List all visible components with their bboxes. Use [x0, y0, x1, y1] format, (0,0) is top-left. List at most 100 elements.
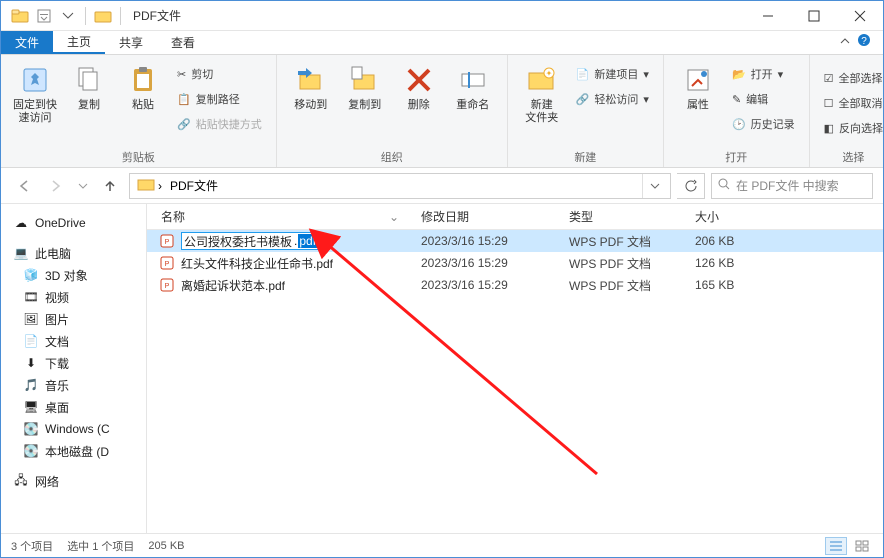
nav-back-button[interactable]: [11, 173, 37, 199]
chevron-down-icon: ▾: [643, 68, 649, 81]
select-all-icon: ☑: [824, 72, 834, 85]
file-name-cell: P 离婚起诉状范本.pdf: [147, 277, 407, 294]
video-icon: 🎞: [23, 289, 39, 305]
select-none-button[interactable]: ☐全部取消: [820, 92, 884, 114]
sidebar-item-documents[interactable]: 📄文档: [1, 330, 146, 352]
status-item-count: 3 个项目: [11, 538, 53, 554]
expand-ribbon-icon[interactable]: [839, 34, 851, 52]
sidebar-item-network[interactable]: 🖧网络: [1, 470, 146, 492]
breadcrumb[interactable]: › PDF文件: [129, 173, 671, 199]
address-bar: › PDF文件 在 PDF文件 中搜索: [1, 168, 883, 204]
sidebar-item-3d-objects[interactable]: 🧊3D 对象: [1, 264, 146, 286]
invert-icon: ◧: [824, 122, 834, 135]
cloud-icon: ☁: [13, 215, 29, 231]
nav-up-button[interactable]: [97, 173, 123, 199]
move-to-icon: [294, 63, 328, 97]
file-type-cell: WPS PDF 文档: [555, 277, 681, 294]
sidebar-item-windows-c[interactable]: 💽Windows (C: [1, 418, 146, 440]
copy-button[interactable]: 复制: [65, 59, 113, 112]
column-header-type[interactable]: 类型: [555, 208, 681, 225]
file-row[interactable]: P公司授权委托书模板.pdf2023/3/16 15:29WPS PDF 文档2…: [147, 230, 883, 252]
select-all-button[interactable]: ☑全部选择: [820, 67, 884, 89]
column-header-date[interactable]: 修改日期: [407, 208, 555, 225]
sidebar-item-local-disk-d[interactable]: 💽本地磁盘 (D: [1, 440, 146, 462]
nav-recent-button[interactable]: [75, 173, 91, 199]
minimize-button[interactable]: [745, 1, 791, 31]
paste-shortcut-button[interactable]: 🔗粘贴快捷方式: [173, 113, 266, 135]
pin-label: 固定到快 速访问: [13, 99, 57, 125]
paste-button[interactable]: 粘贴: [119, 59, 167, 112]
copy-path-button[interactable]: 📋复制路径: [173, 88, 266, 110]
path-dropdown-icon[interactable]: [642, 174, 666, 198]
open-button[interactable]: 📂打开▾: [728, 63, 799, 85]
new-item-button[interactable]: 📄新建项目▾: [572, 63, 653, 85]
ribbon-right: ?: [839, 31, 883, 54]
column-header-name[interactable]: 名称⌄: [147, 208, 407, 225]
view-large-icons-button[interactable]: [851, 537, 873, 555]
svg-text:P: P: [165, 283, 170, 290]
file-row[interactable]: P离婚起诉状范本.pdf2023/3/16 15:29WPS PDF 文档165…: [147, 274, 883, 296]
ribbon-group-organize: 移动到 复制到 删除 重命名 组织: [277, 55, 508, 167]
ribbon-group-clipboard: 固定到快 速访问 复制 粘贴 ✂剪切 📋复制路径 🔗粘贴快捷方式 剪贴板: [1, 55, 277, 167]
view-details-button[interactable]: [825, 537, 847, 555]
edit-button[interactable]: ✎编辑: [728, 88, 799, 110]
desktop-icon: 🖥: [23, 399, 39, 415]
sidebar-item-desktop[interactable]: 🖥桌面: [1, 396, 146, 418]
group-label-select: 选择: [820, 147, 884, 165]
maximize-button[interactable]: [791, 1, 837, 31]
file-row[interactable]: P红头文件科技企业任命书.pdf2023/3/16 15:29WPS PDF 文…: [147, 252, 883, 274]
cube-icon: 🧊: [23, 267, 39, 283]
move-to-button[interactable]: 移动到: [287, 59, 335, 112]
cut-button[interactable]: ✂剪切: [173, 63, 266, 85]
group-label-organize: 组织: [287, 147, 497, 165]
nav-forward-button[interactable]: [43, 173, 69, 199]
file-date-cell: 2023/3/16 15:29: [407, 234, 555, 248]
close-button[interactable]: [837, 1, 883, 31]
folder-small-icon: [92, 5, 114, 27]
tab-view[interactable]: 查看: [157, 31, 209, 54]
pin-quick-access-button[interactable]: 固定到快 速访问: [11, 59, 59, 125]
tab-share[interactable]: 共享: [105, 31, 157, 54]
properties-button[interactable]: 属性: [674, 59, 722, 112]
svg-text:P: P: [165, 239, 170, 246]
sidebar-item-this-pc[interactable]: 💻此电脑: [1, 242, 146, 264]
chevron-down-icon: ⌄: [389, 210, 399, 224]
file-date-cell: 2023/3/16 15:29: [407, 278, 555, 292]
sidebar-item-downloads[interactable]: ⬇下载: [1, 352, 146, 374]
sidebar-item-onedrive[interactable]: ☁OneDrive: [1, 212, 146, 234]
select-none-icon: ☐: [824, 97, 834, 110]
sidebar-item-pictures[interactable]: 🖼图片: [1, 308, 146, 330]
sidebar-item-videos[interactable]: 🎞视频: [1, 286, 146, 308]
invert-selection-button[interactable]: ◧反向选择: [820, 117, 884, 139]
disk-icon: 💽: [23, 443, 39, 459]
easy-access-button[interactable]: 🔗轻松访问▾: [572, 88, 653, 110]
rename-button[interactable]: 重命名: [449, 59, 497, 112]
path-icon: 📋: [177, 93, 191, 106]
sidebar-item-music[interactable]: 🎵音乐: [1, 374, 146, 396]
chevron-right-icon: ›: [158, 179, 162, 193]
ribbon-group-open: 属性 📂打开▾ ✎编辑 🕑历史记录 打开: [664, 55, 810, 167]
chevron-down-icon: ▾: [778, 68, 784, 81]
history-button[interactable]: 🕑历史记录: [728, 113, 799, 135]
file-name-label: 离婚起诉状范本.pdf: [181, 277, 285, 294]
copy-icon: [72, 63, 106, 97]
tab-file[interactable]: 文件: [1, 31, 53, 54]
disk-icon: 💽: [23, 421, 39, 437]
pin-icon: [18, 63, 52, 97]
search-input[interactable]: 在 PDF文件 中搜索: [711, 173, 873, 199]
column-header-size[interactable]: 大小: [681, 208, 771, 225]
help-icon[interactable]: ?: [857, 33, 871, 52]
new-folder-button[interactable]: ✦ 新建 文件夹: [518, 59, 566, 125]
delete-button[interactable]: 删除: [395, 59, 443, 112]
rename-input[interactable]: 公司授权委托书模板.pdf: [181, 232, 319, 250]
tab-home[interactable]: 主页: [53, 31, 105, 54]
qat-check-icon[interactable]: [57, 5, 79, 27]
folder-icon: [9, 5, 31, 27]
copy-to-button[interactable]: 复制到: [341, 59, 389, 112]
refresh-button[interactable]: [677, 173, 705, 199]
pc-icon: 💻: [13, 245, 29, 261]
navigation-pane: ☁OneDrive 💻此电脑 🧊3D 对象 🎞视频 🖼图片 📄文档 ⬇下载 🎵音…: [1, 204, 147, 534]
file-date-cell: 2023/3/16 15:29: [407, 256, 555, 270]
qat-dropdown-icon[interactable]: [33, 5, 55, 27]
picture-icon: 🖼: [23, 311, 39, 327]
